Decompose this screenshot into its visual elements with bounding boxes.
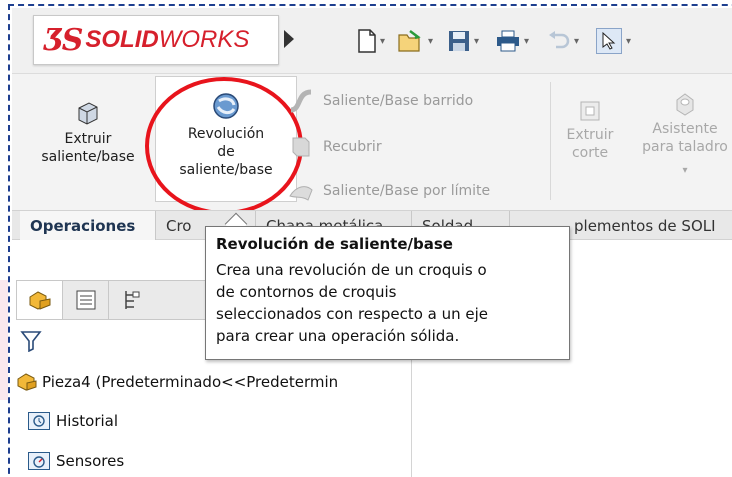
left-edge-strip [0,280,8,400]
dashed-border-frame [8,4,732,477]
